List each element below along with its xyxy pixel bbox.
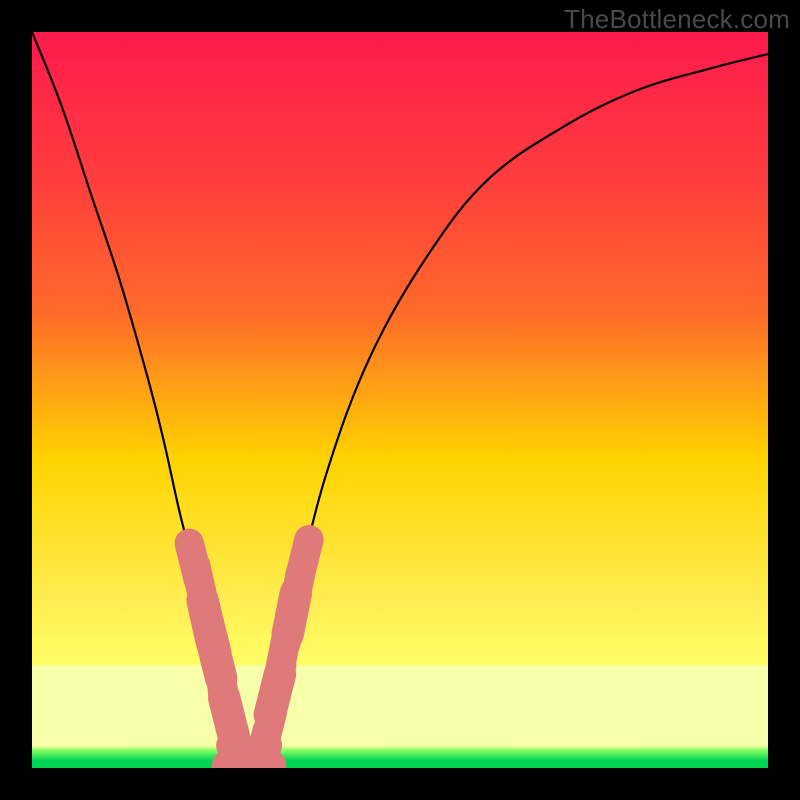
chart-root: TheBottleneck.com xyxy=(0,0,800,800)
plot-svg xyxy=(32,32,768,768)
data-dot xyxy=(300,540,309,577)
watermark-text: TheBottleneck.com xyxy=(564,4,790,35)
plot-area xyxy=(32,32,768,768)
gradient-background xyxy=(32,32,768,768)
